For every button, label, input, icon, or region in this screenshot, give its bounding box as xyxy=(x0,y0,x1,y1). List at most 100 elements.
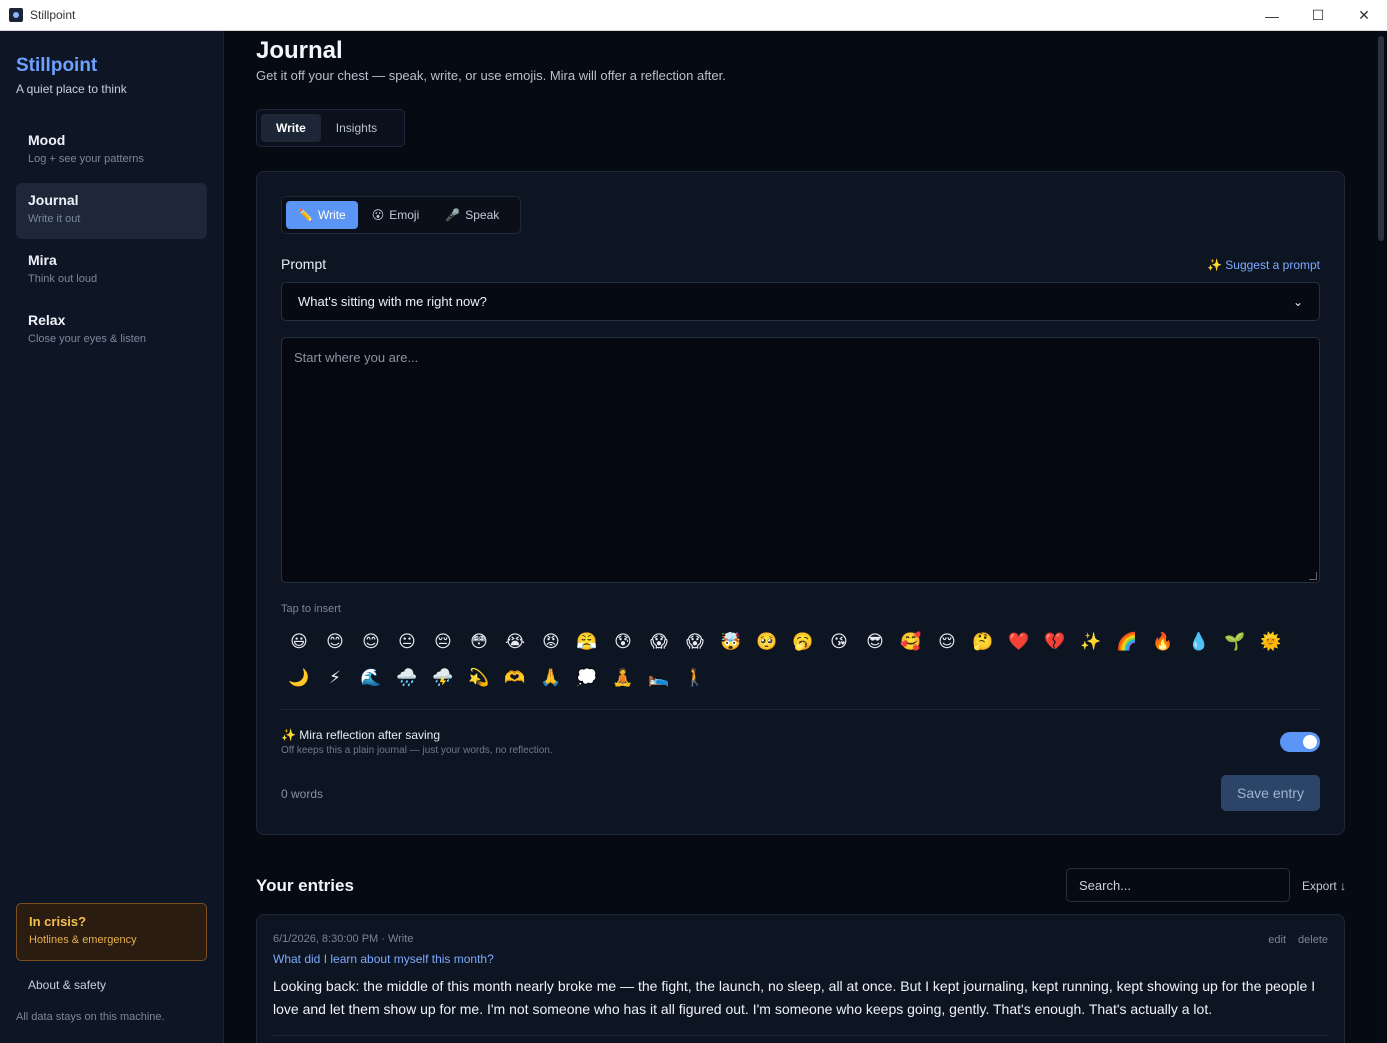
maximize-button[interactable]: ☐ xyxy=(1295,0,1341,31)
emoji-button[interactable]: 😔 xyxy=(425,624,461,660)
emoji-button[interactable]: 🫶 xyxy=(497,660,533,696)
reflection-toggle-label: ✨ Mira reflection after saving xyxy=(281,728,440,742)
emoji-button[interactable]: 🔥 xyxy=(1145,624,1181,660)
emoji-button[interactable]: 😰 xyxy=(605,624,641,660)
emoji-button[interactable]: 🌱 xyxy=(1217,624,1253,660)
emoji-button[interactable]: 😱 xyxy=(641,624,677,660)
journal-textarea[interactable]: Start where you are... xyxy=(281,337,1320,583)
emoji-button[interactable]: 😡 xyxy=(533,624,569,660)
reflection-toggle-hint: Off keeps this a plain journal — just yo… xyxy=(281,745,553,756)
entry-actions: edit delete xyxy=(1268,934,1328,946)
emoji-button[interactable]: 💧 xyxy=(1181,624,1217,660)
sidebar-item-label: Journal xyxy=(28,192,79,208)
emoji-button[interactable]: 🌙 xyxy=(281,660,317,696)
sidebar-item-mood[interactable]: Mood Log + see your patterns xyxy=(16,123,207,179)
crisis-button[interactable]: In crisis? Hotlines & emergency xyxy=(16,903,207,961)
emoji-button[interactable]: 🥱 xyxy=(785,624,821,660)
delete-entry-link[interactable]: delete xyxy=(1298,934,1328,946)
brand-name: Stillpoint xyxy=(16,55,98,76)
mode-emoji-button[interactable]: 😮 Emoji xyxy=(360,201,432,229)
window-controls: — ☐ ✕ xyxy=(1249,0,1387,31)
mode-write-button[interactable]: ✏️ Write xyxy=(286,201,358,229)
emoji-button[interactable]: 😘 xyxy=(821,624,857,660)
emoji-button[interactable]: 🌞 xyxy=(1253,624,1289,660)
page-subtitle: Get it off your chest — speak, write, or… xyxy=(256,68,726,83)
emoji-button[interactable]: ⛈️ xyxy=(425,660,461,696)
emoji-button[interactable]: 🌈 xyxy=(1109,624,1145,660)
emoji-button[interactable]: 🌧️ xyxy=(389,660,425,696)
title-bar: Stillpoint — ☐ ✕ xyxy=(0,0,1387,31)
edit-entry-link[interactable]: edit xyxy=(1268,934,1286,946)
pencil-icon: ✏️ xyxy=(298,208,313,222)
emoji-button[interactable]: 🥺 xyxy=(749,624,785,660)
entry-card: 6/1/2026, 8:30:00 PM · Write edit delete… xyxy=(256,914,1345,1043)
suggest-prompt-link[interactable]: ✨ Suggest a prompt xyxy=(1207,258,1320,272)
emoji-button[interactable]: 🤯 xyxy=(713,624,749,660)
sidebar-nav: Mood Log + see your patterns Journal Wri… xyxy=(16,123,207,363)
main-content: Journal Get it off your chest — speak, w… xyxy=(224,31,1375,1043)
emoji-button[interactable]: 🚶 xyxy=(677,660,713,696)
composer-card: ✏️ Write 😮 Emoji 🎤 Speak Prompt ✨ Sugges… xyxy=(256,171,1345,835)
sidebar: Stillpoint A quiet place to think Mood L… xyxy=(0,31,224,1043)
emoji-button[interactable]: 💔 xyxy=(1037,624,1073,660)
emoji-button[interactable]: 😊 xyxy=(317,624,353,660)
data-note: All data stays on this machine. xyxy=(16,1011,165,1023)
input-mode-switch: ✏️ Write 😮 Emoji 🎤 Speak xyxy=(281,196,521,234)
emoji-button[interactable]: 🥰 xyxy=(893,624,929,660)
emoji-button[interactable]: 😭 xyxy=(497,624,533,660)
save-entry-button[interactable]: Save entry xyxy=(1221,775,1320,811)
emoji-button[interactable]: ✨ xyxy=(1073,624,1109,660)
crisis-title: In crisis? xyxy=(29,914,87,929)
emoji-button[interactable]: 😳 xyxy=(461,624,497,660)
emoji-button[interactable]: 🧘 xyxy=(605,660,641,696)
about-link[interactable]: About & safety xyxy=(28,978,106,992)
scrollbar[interactable] xyxy=(1375,31,1387,1043)
sidebar-item-sub: Log + see your patterns xyxy=(28,153,144,165)
prompt-label: Prompt xyxy=(281,256,327,272)
reflection-toggle[interactable] xyxy=(1280,732,1320,752)
emoji-button[interactable]: 😤 xyxy=(569,624,605,660)
emoji-button[interactable]: 💫 xyxy=(461,660,497,696)
emoji-button[interactable]: 💭 xyxy=(569,660,605,696)
window-title: Stillpoint xyxy=(30,8,76,22)
emoji-button[interactable]: 😃 xyxy=(281,624,317,660)
minimize-button[interactable]: — xyxy=(1249,0,1295,31)
textarea-placeholder: Start where you are... xyxy=(294,350,419,365)
emoji-button[interactable]: 😊 xyxy=(353,624,389,660)
divider xyxy=(281,709,1320,710)
export-button[interactable]: Export ↓ xyxy=(1302,879,1346,893)
tab-write[interactable]: Write xyxy=(261,114,321,142)
sidebar-item-journal[interactable]: Journal Write it out xyxy=(16,183,207,239)
toggle-knob xyxy=(1303,735,1317,749)
mode-label: Speak xyxy=(465,208,500,222)
emoji-button[interactable]: 😐 xyxy=(389,624,425,660)
sidebar-item-mira[interactable]: Mira Think out loud xyxy=(16,243,207,299)
emoji-button[interactable]: 🤔 xyxy=(965,624,1001,660)
emoji-button[interactable]: ⚡ xyxy=(317,660,353,696)
entries-search-input[interactable]: Search... xyxy=(1066,868,1290,902)
sidebar-item-label: Mood xyxy=(28,132,66,148)
emoji-button[interactable]: 😌 xyxy=(929,624,965,660)
emoji-button[interactable]: 🙏 xyxy=(533,660,569,696)
emoji-button[interactable]: 🛌 xyxy=(641,660,677,696)
emoji-button[interactable]: 🌊 xyxy=(353,660,389,696)
emoji-button[interactable]: 😎 xyxy=(857,624,893,660)
page-title: Journal xyxy=(256,37,343,64)
emoji-button[interactable]: 😱 xyxy=(677,624,713,660)
entry-meta: 6/1/2026, 8:30:00 PM · Write xyxy=(273,933,414,945)
sidebar-item-sub: Close your eyes & listen xyxy=(28,333,146,345)
mode-label: Write xyxy=(317,208,346,222)
entry-separator xyxy=(273,1035,1328,1036)
entry-prompt: What did I learn about myself this month… xyxy=(273,952,494,966)
resize-handle-icon[interactable] xyxy=(1309,572,1317,580)
scrollbar-thumb[interactable] xyxy=(1378,36,1384,241)
prompt-select[interactable]: What's sitting with me right now? ⌄ xyxy=(281,282,1320,321)
word-count: 0 words xyxy=(281,787,324,801)
close-button[interactable]: ✕ xyxy=(1341,0,1387,31)
tab-insights[interactable]: Insights xyxy=(321,114,392,142)
mode-speak-button[interactable]: 🎤 Speak xyxy=(433,201,511,229)
journal-tabs: Write Insights xyxy=(256,109,405,147)
sidebar-item-relax[interactable]: Relax Close your eyes & listen xyxy=(16,303,207,359)
emoji-button[interactable]: ❤️ xyxy=(1001,624,1037,660)
entries-heading: Your entries xyxy=(256,876,354,895)
